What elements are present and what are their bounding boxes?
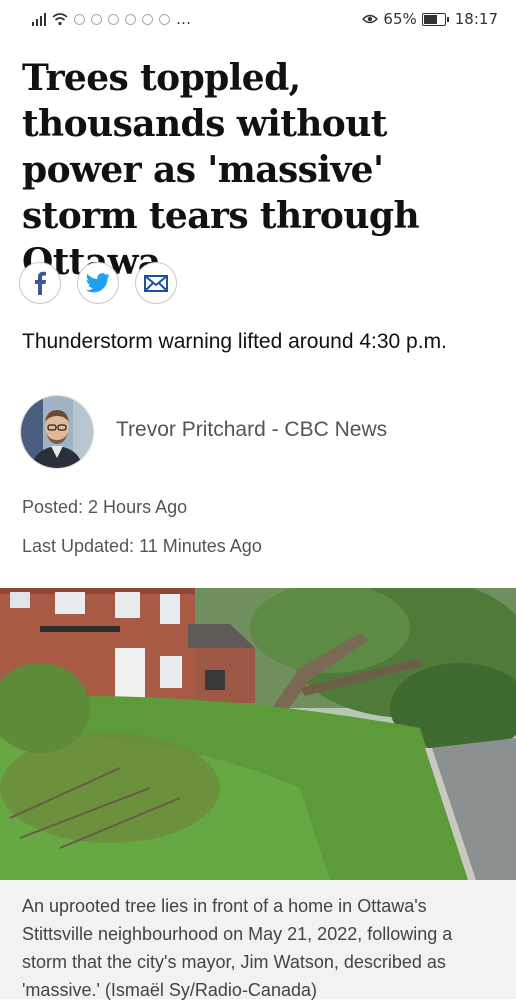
last-updated-time: Last Updated: 11 Minutes Ago (22, 536, 262, 556)
notification-icon (91, 13, 102, 25)
posted-time: Posted: 2 Hours Ago (22, 497, 188, 517)
signal-icon (32, 12, 46, 26)
clock: 18:17 (454, 10, 498, 28)
share-bar (19, 262, 177, 304)
facebook-icon (35, 271, 46, 295)
article-deck: Thunderstorm warning lifted around 4:30 … (22, 330, 447, 353)
battery-percent: 65% (383, 10, 417, 28)
facebook-share-button[interactable] (19, 262, 61, 304)
eye-comfort-icon (362, 14, 379, 24)
wifi-icon (52, 12, 68, 25)
notification-icon (142, 13, 153, 25)
photo-caption-box: An uprooted tree lies in front of a home… (0, 880, 516, 1000)
twitter-icon (86, 273, 110, 293)
photo-caption: An uprooted tree lies in front of a home… (22, 896, 453, 1000)
notification-icon (125, 13, 136, 25)
battery-icon (421, 12, 449, 26)
more-notifications: … (176, 10, 191, 28)
article-headline: Trees toppled, thousands without power a… (22, 57, 420, 283)
author-byline[interactable]: Trevor Pritchard - CBC News (116, 418, 387, 442)
notification-icon (74, 13, 85, 25)
email-share-button[interactable] (135, 262, 177, 304)
notification-icon (159, 13, 170, 25)
notification-icon (108, 13, 119, 25)
author-avatar[interactable] (20, 395, 94, 469)
status-bar: … 65% 18:17 (0, 0, 516, 38)
email-icon (144, 274, 168, 292)
article-photo[interactable] (0, 588, 516, 880)
twitter-share-button[interactable] (77, 262, 119, 304)
